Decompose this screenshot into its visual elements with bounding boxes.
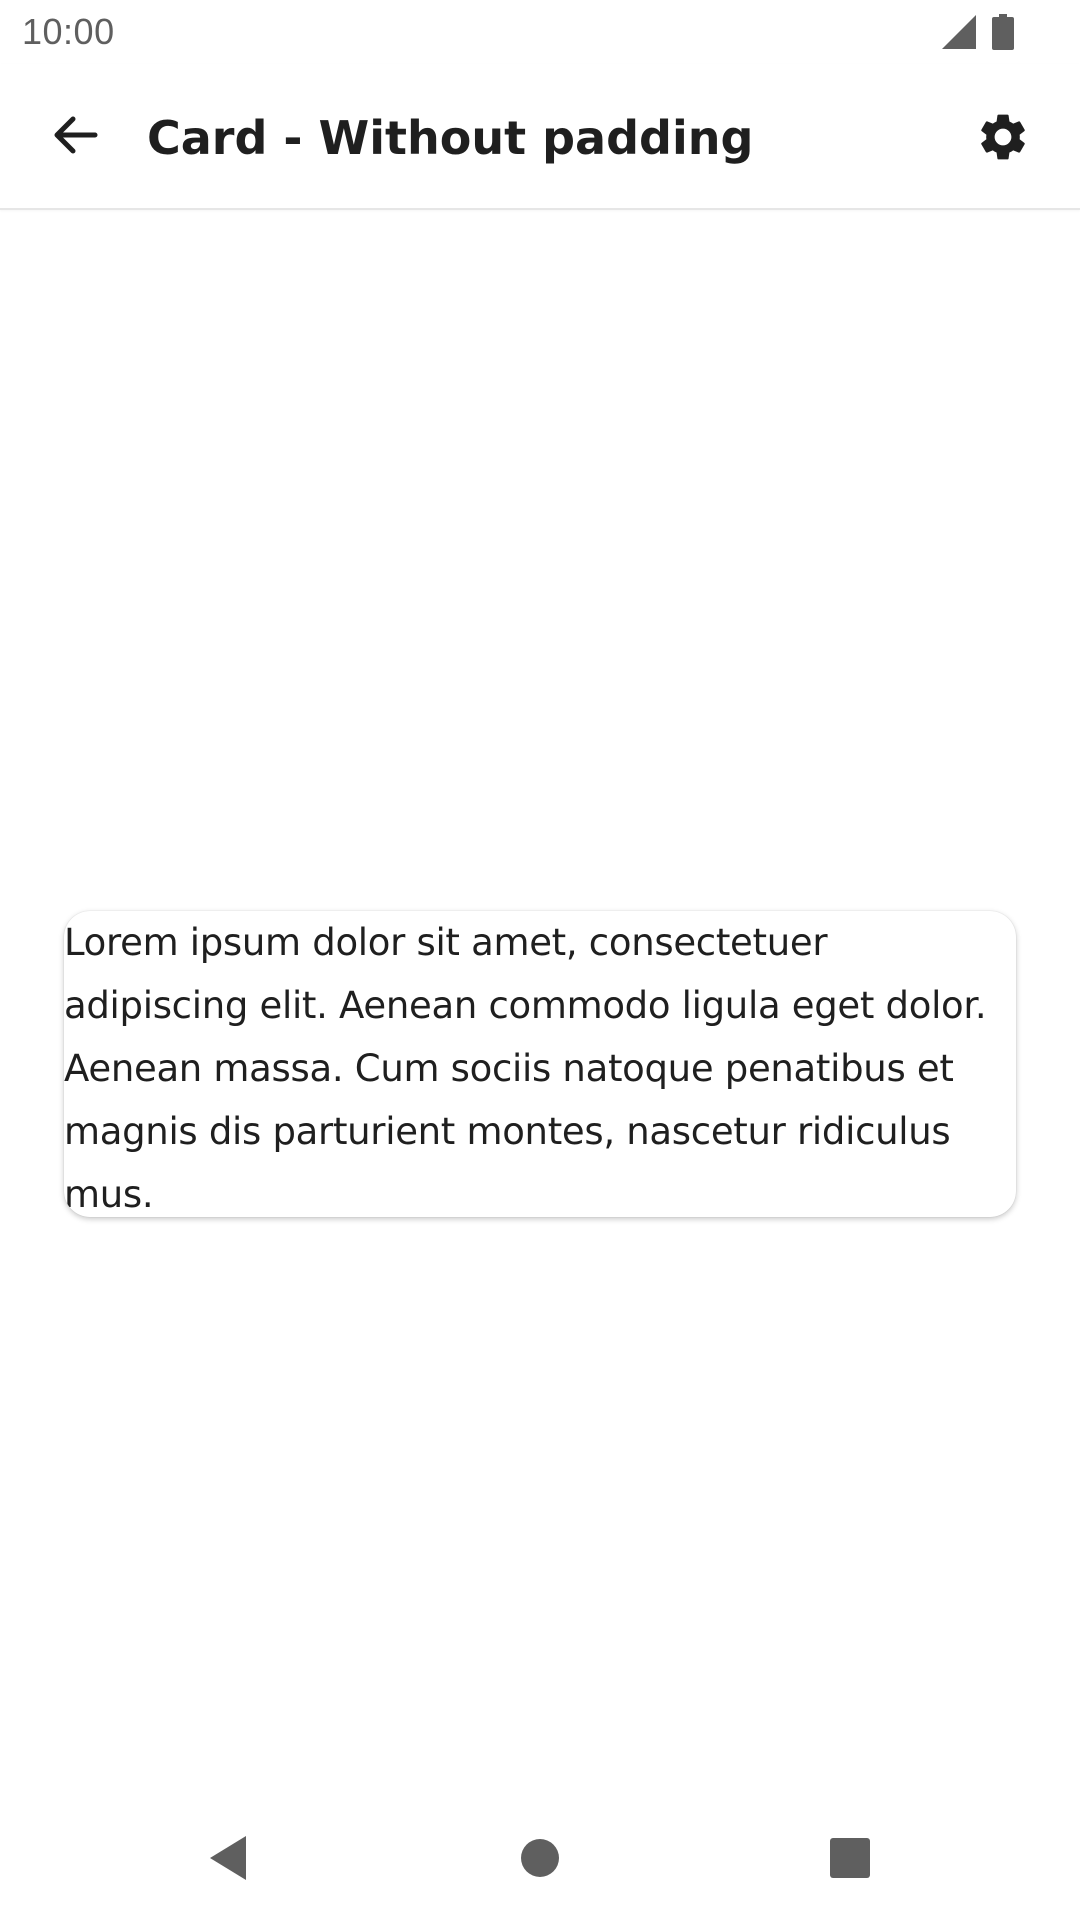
settings-button[interactable] [968, 104, 1038, 174]
status-icons [942, 14, 1014, 50]
navigation-bar [0, 1800, 1080, 1920]
nav-recents-icon [830, 1838, 870, 1882]
app-bar: Card - Without padding [0, 64, 1080, 210]
cellular-signal-icon [942, 15, 976, 49]
page-title: Card - Without padding [147, 111, 754, 165]
status-bar: 10:00 [0, 0, 1080, 64]
back-button[interactable] [40, 102, 110, 172]
screen: 10:00 Card - Without padding Lorem ipsum… [0, 0, 1080, 1920]
nav-home-button[interactable] [490, 1800, 590, 1920]
nav-home-icon [520, 1838, 560, 1882]
battery-icon [992, 14, 1014, 50]
nav-recents-button[interactable] [800, 1800, 900, 1920]
gear-icon [975, 109, 1031, 169]
card-text: Lorem ipsum dolor sit amet, consectetuer… [64, 921, 987, 1216]
status-time: 10:00 [22, 11, 115, 52]
card: Lorem ipsum dolor sit amet, consectetuer… [64, 911, 1016, 1217]
nav-back-icon [206, 1834, 250, 1886]
nav-back-button[interactable] [178, 1800, 278, 1920]
arrow-back-icon [51, 111, 99, 163]
